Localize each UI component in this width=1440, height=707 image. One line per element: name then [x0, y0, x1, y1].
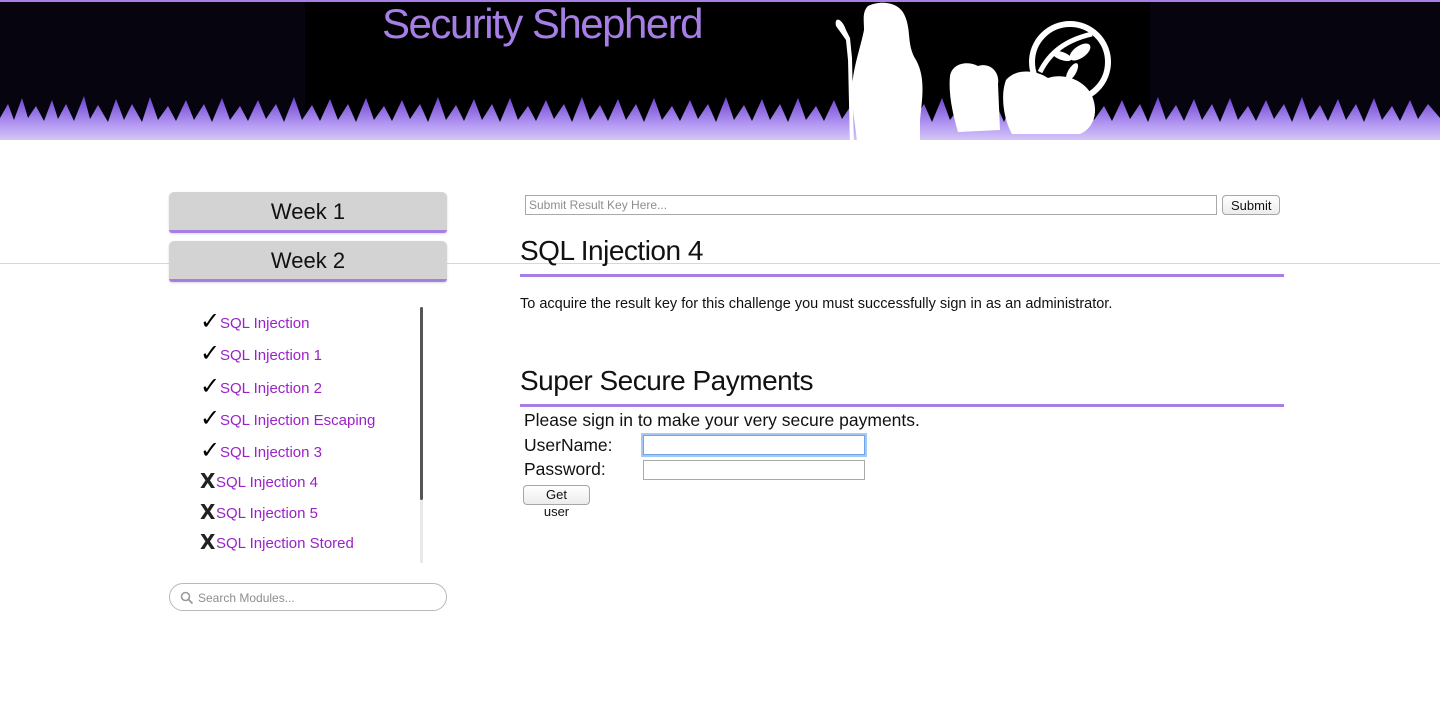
module-link[interactable]: SQL Injection Stored: [216, 535, 354, 553]
page-title: SQL Injection 4: [520, 234, 1284, 277]
module-link[interactable]: SQL Injection Escaping: [220, 412, 375, 430]
module-item-sql-injection-1[interactable]: ✓ SQL Injection 1: [200, 339, 322, 365]
module-link[interactable]: SQL Injection 1: [220, 347, 322, 365]
tab-week-1[interactable]: Week 1: [169, 192, 447, 233]
username-field[interactable]: [643, 435, 865, 455]
module-link[interactable]: SQL Injection 2: [220, 380, 322, 398]
page: Security Shepherd Week 1 Week 2 ✓ SQL In…: [0, 0, 1440, 707]
module-item-sql-injection-2[interactable]: ✓ SQL Injection 2: [200, 372, 322, 398]
module-item-sql-injection-stored[interactable]: X SQL Injection Stored: [200, 527, 354, 553]
signin-instructions: Please sign in to make your very secure …: [524, 410, 920, 430]
module-item-sql-injection[interactable]: ✓ SQL Injection: [200, 307, 310, 333]
module-item-sql-injection-escaping[interactable]: ✓ SQL Injection Escaping: [200, 404, 375, 430]
site-title: Security Shepherd: [382, 0, 704, 47]
result-key-input[interactable]: [525, 195, 1217, 215]
header-banner: Security Shepherd: [0, 0, 1440, 160]
module-link[interactable]: SQL Injection 4: [216, 474, 318, 492]
cross-icon: X: [200, 530, 216, 554]
checkmark-icon: ✓: [200, 404, 221, 432]
module-link[interactable]: SQL Injection 5: [216, 505, 318, 523]
username-label: UserName:: [524, 435, 613, 455]
checkmark-icon: ✓: [200, 339, 221, 367]
cross-icon: X: [200, 469, 216, 493]
password-field[interactable]: [643, 460, 865, 480]
search-modules-input[interactable]: [196, 587, 440, 609]
module-list: ✓ SQL Injection ✓ SQL Injection 1 ✓ SQL …: [200, 305, 420, 563]
cross-icon: X: [200, 500, 216, 524]
module-link[interactable]: SQL Injection: [220, 315, 310, 333]
tab-week-2[interactable]: Week 2: [169, 241, 447, 282]
module-item-sql-injection-3[interactable]: ✓ SQL Injection 3: [200, 436, 322, 462]
module-item-sql-injection-5[interactable]: X SQL Injection 5: [200, 497, 318, 523]
search-modules-box: [169, 583, 447, 611]
module-item-sql-injection-4[interactable]: X SQL Injection 4: [200, 466, 318, 492]
checkmark-icon: ✓: [200, 372, 221, 400]
checkmark-icon: ✓: [200, 307, 221, 335]
get-user-button[interactable]: Get user: [523, 485, 590, 519]
challenge-description: To acquire the result key for this chall…: [520, 296, 1113, 312]
scrollbar-thumb[interactable]: [420, 307, 423, 500]
module-link[interactable]: SQL Injection 3: [220, 444, 322, 462]
banner-graphic: [0, 0, 1440, 160]
search-icon: [180, 591, 194, 605]
app-title: Super Secure Payments: [520, 364, 1284, 407]
checkmark-icon: ✓: [200, 436, 221, 464]
password-label: Password:: [524, 459, 606, 479]
submit-button[interactable]: Submit: [1222, 195, 1280, 215]
